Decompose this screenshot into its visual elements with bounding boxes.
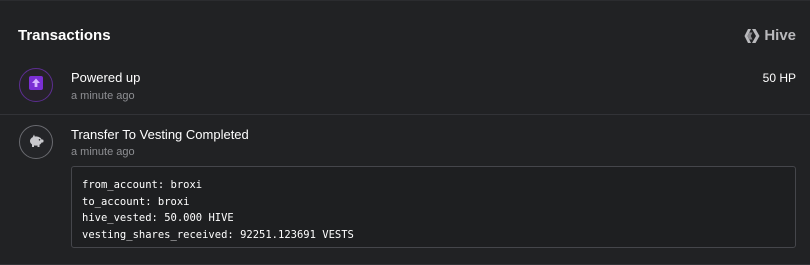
hive-logo-icon xyxy=(744,28,760,43)
transaction-time: a minute ago xyxy=(71,90,135,102)
transaction-time: a minute ago xyxy=(71,146,135,158)
arrow-up-icon xyxy=(29,75,43,95)
transaction-amount: 50 HP xyxy=(762,71,796,85)
detail-value: broxi xyxy=(170,179,203,191)
transaction-row[interactable]: Transfer To Vesting Completed a minute a… xyxy=(0,115,810,265)
detail-value: 50.000 HIVE xyxy=(164,212,234,224)
panel-title: Transactions xyxy=(18,27,111,44)
detail-key: from_account xyxy=(82,179,158,191)
transaction-title: Powered up xyxy=(71,70,141,85)
detail-value: broxi xyxy=(157,195,190,208)
detail-line: hive_vested: 50.000 HIVE xyxy=(82,212,234,224)
detail-line: from_account: broxi xyxy=(82,179,203,191)
piggy-bank-icon xyxy=(28,133,44,152)
powerup-avatar xyxy=(19,68,53,102)
detail-key: to_account xyxy=(82,195,146,208)
detail-line: vesting_shares_received: 92251.123691 VE… xyxy=(82,228,354,241)
transaction-details: from_account: broxi to_account: broxi hi… xyxy=(71,166,796,248)
hive-brand[interactable]: Hive xyxy=(744,27,796,44)
detail-key: hive_vested xyxy=(82,212,152,224)
transactions-panel: Transactions Hive Powered up a minute ag… xyxy=(0,0,810,265)
transaction-row[interactable]: Powered up a minute ago 50 HP xyxy=(0,58,810,115)
transaction-title: Transfer To Vesting Completed xyxy=(71,127,249,142)
vesting-avatar xyxy=(19,125,53,159)
detail-value: 92251.123691 VESTS xyxy=(240,228,354,241)
detail-line: to_account: broxi xyxy=(82,195,190,208)
brand-label: Hive xyxy=(764,27,796,44)
detail-key: vesting_shares_received xyxy=(82,228,228,241)
